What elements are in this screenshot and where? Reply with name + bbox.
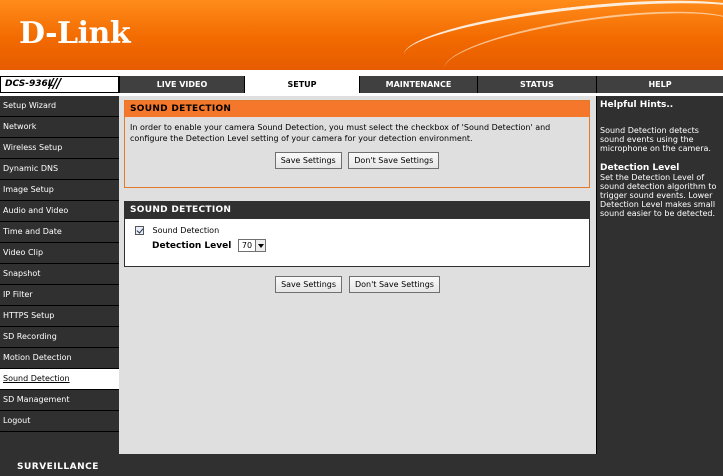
sidebar-item-wireless-setup[interactable]: Wireless Setup (0, 138, 119, 159)
slashes-decoration: /// (49, 77, 61, 92)
detection-level-row: Detection Level 70 (135, 239, 579, 252)
footer: SURVEILLANCE (0, 454, 723, 476)
intro-title: SOUND DETECTION (125, 101, 589, 117)
sidebar-item-sound-detection[interactable]: Sound Detection (0, 369, 119, 390)
help-subtitle: Detection Level (600, 163, 680, 173)
sidebar-item-sd-management[interactable]: SD Management (0, 390, 119, 411)
header-banner: D-Link (0, 0, 723, 70)
save-settings-button-top[interactable]: Save Settings (274, 152, 342, 169)
sound-detection-row: Sound Detection (135, 226, 579, 235)
sidebar-item-logout[interactable]: Logout (0, 411, 119, 432)
settings-body: Sound Detection Detection Level 70 (125, 219, 589, 259)
dont-save-settings-button-top[interactable]: Don't Save Settings (348, 152, 440, 169)
intro-button-row: Save Settings Don't Save Settings (130, 152, 584, 169)
sidebar-item-video-clip[interactable]: Video Clip (0, 243, 119, 264)
sidebar-item-network[interactable]: Network (0, 117, 119, 138)
tab-help[interactable]: HELP (596, 76, 723, 93)
main-content: SOUND DETECTION In order to enable your … (119, 96, 596, 454)
dont-save-settings-button-bottom[interactable]: Don't Save Settings (348, 276, 440, 293)
sidebar-item-ip-filter[interactable]: IP Filter (0, 285, 119, 306)
save-settings-button-bottom[interactable]: Save Settings (275, 276, 343, 293)
tab-setup[interactable]: SETUP (244, 76, 359, 93)
detection-level-label: Detection Level (152, 240, 232, 251)
sidebar-item-audio-video[interactable]: Audio and Video (0, 201, 119, 222)
help-panel: Helpful Hints.. Sound Detection detects … (596, 96, 723, 454)
sidebar-item-time-date[interactable]: Time and Date (0, 222, 119, 243)
model-name: DCS-936L (5, 79, 54, 89)
tab-live-video[interactable]: LIVE VIDEO (119, 76, 244, 93)
chevron-down-icon[interactable] (255, 240, 266, 251)
tab-maintenance[interactable]: MAINTENANCE (359, 76, 477, 93)
help-text-2: Set the Detection Level of sound detecti… (600, 173, 717, 218)
sidebar-item-motion-detection[interactable]: Motion Detection (0, 348, 119, 369)
help-text-1: Sound Detection detects sound events usi… (600, 126, 711, 153)
intro-panel: SOUND DETECTION In order to enable your … (124, 100, 590, 188)
model-label: DCS-936L /// (0, 76, 119, 93)
detection-level-value: 70 (241, 241, 253, 250)
intro-text: In order to enable your camera Sound Det… (130, 123, 551, 143)
help-title: Helpful Hints.. (600, 100, 674, 110)
intro-body: In order to enable your camera Sound Det… (125, 117, 589, 187)
sidebar: Setup Wizard Network Wireless Setup Dyna… (0, 96, 119, 454)
bottom-button-row: Save Settings Don't Save Settings (119, 276, 596, 293)
sidebar-item-https-setup[interactable]: HTTPS Setup (0, 306, 119, 327)
settings-panel: SOUND DETECTION Sound Detection Detectio… (124, 201, 590, 267)
sidebar-item-dynamic-dns[interactable]: Dynamic DNS (0, 159, 119, 180)
sound-detection-label: Sound Detection (152, 226, 220, 235)
dlink-logo: D-Link (19, 16, 131, 51)
sidebar-item-sd-recording[interactable]: SD Recording (0, 327, 119, 348)
tab-status[interactable]: STATUS (477, 76, 596, 93)
sound-detection-checkbox[interactable] (135, 226, 144, 235)
detection-level-select[interactable]: 70 (237, 239, 267, 252)
sidebar-item-image-setup[interactable]: Image Setup (0, 180, 119, 201)
top-nav: DCS-936L /// LIVE VIDEO SETUP MAINTENANC… (0, 76, 723, 93)
settings-title: SOUND DETECTION (125, 202, 589, 219)
sidebar-item-snapshot[interactable]: Snapshot (0, 264, 119, 285)
sidebar-item-setup-wizard[interactable]: Setup Wizard (0, 96, 119, 117)
